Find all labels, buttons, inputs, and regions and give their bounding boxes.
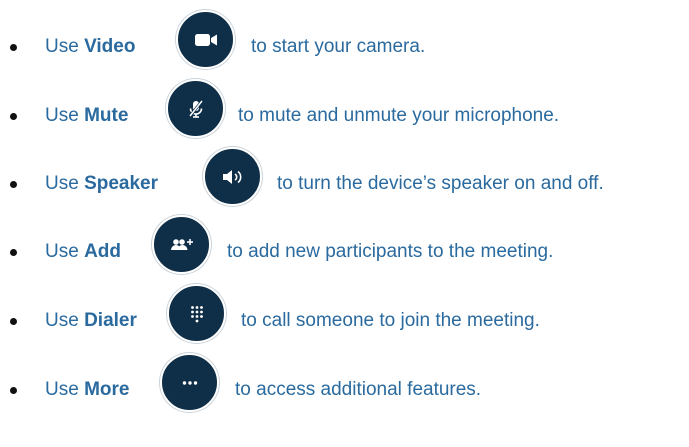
item-label: Video: [84, 36, 136, 57]
list-item-more: Use More to access additional features.: [0, 353, 689, 413]
more-options-icon: [160, 353, 219, 412]
item-label: Mute: [84, 105, 129, 126]
item-suffix: to turn the device’s speaker on and off.: [277, 173, 604, 194]
item-text: Use Mute: [45, 105, 128, 127]
item-prefix: Use: [45, 36, 79, 57]
list-item-add: Use Add to add new participants to the m…: [0, 215, 689, 275]
microphone-muted-icon: [166, 79, 225, 138]
bullet: [10, 387, 17, 394]
bullet: [10, 44, 17, 51]
item-suffix: to start your camera.: [251, 36, 426, 57]
item-label: More: [84, 379, 130, 400]
list-item-video: Use Video to start your camera.: [0, 10, 689, 70]
bullet: [10, 249, 17, 256]
item-suffix: to access additional features.: [235, 379, 482, 400]
item-suffix: to call someone to join the meeting.: [241, 310, 540, 331]
item-label: Speaker: [84, 173, 159, 194]
item-prefix: Use: [45, 241, 79, 262]
video-camera-icon: [176, 10, 235, 69]
item-text: Use Add: [45, 241, 121, 263]
item-prefix: Use: [45, 379, 79, 400]
list-item-dialer: Use Dialer to call someone to join the m…: [0, 284, 689, 344]
item-prefix: Use: [45, 310, 79, 331]
item-label: Dialer: [84, 310, 137, 331]
item-label: Add: [84, 241, 122, 262]
list-item-speaker: Use Speaker to turn the device’s speaker…: [0, 147, 689, 207]
add-participant-icon: [152, 215, 211, 274]
item-text: Use More: [45, 379, 129, 401]
dialpad-icon: [167, 284, 226, 343]
item-text: Use Video: [45, 36, 135, 58]
bullet: [10, 113, 17, 120]
item-prefix: Use: [45, 105, 79, 126]
feature-list: Use Video to start your camera. Use Mute: [0, 0, 689, 447]
bullet: [10, 318, 17, 325]
bullet: [10, 181, 17, 188]
speaker-icon: [203, 147, 262, 206]
item-suffix: to add new participants to the meeting.: [227, 241, 554, 262]
item-text: Use Dialer: [45, 310, 137, 332]
item-prefix: Use: [45, 173, 79, 194]
list-item-mute: Use Mute to mute and unmute your microph…: [0, 79, 689, 139]
item-text: Use Speaker: [45, 173, 158, 195]
item-suffix: to mute and unmute your microphone.: [238, 105, 560, 126]
